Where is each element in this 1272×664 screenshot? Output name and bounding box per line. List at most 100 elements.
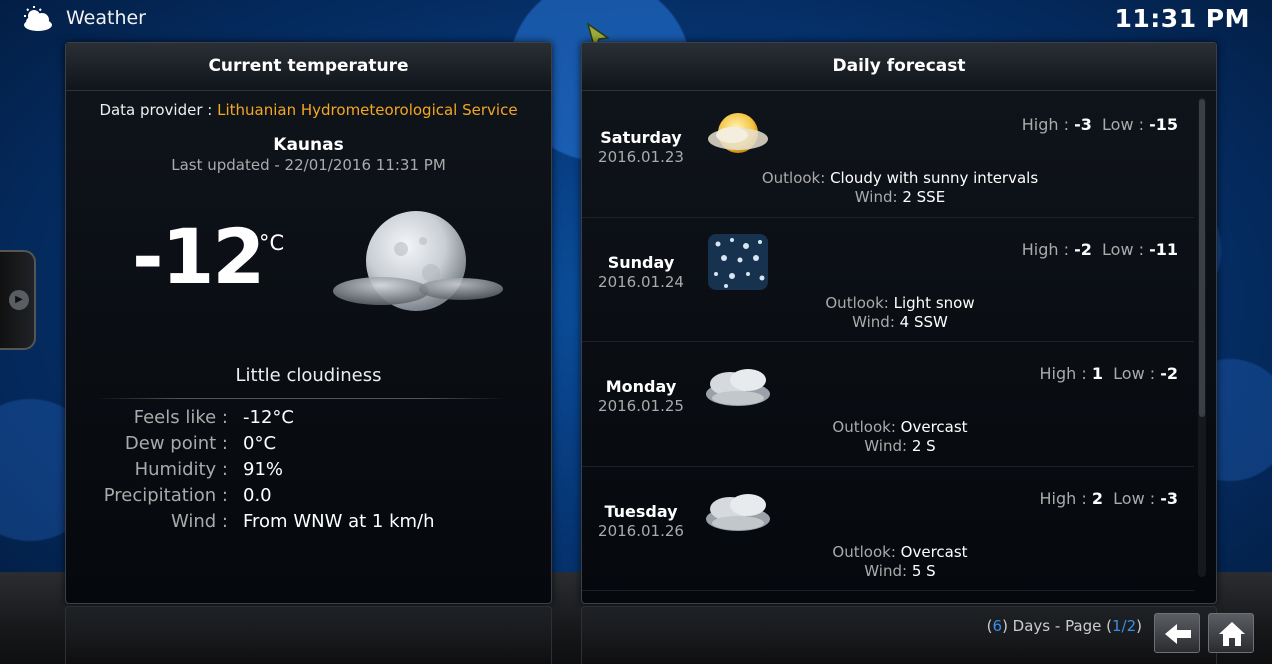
page-indicator: (6) Days - Page (1/2)	[987, 617, 1142, 635]
detail-label: Dew point :	[124, 433, 228, 454]
forecast-item[interactable]: Saturday 2016.01.23 High : -3 Low : -15 …	[582, 93, 1194, 218]
forecast-panel-title: Daily forecast	[582, 43, 1216, 91]
forecast-wind: Wind: 5 S	[582, 562, 1218, 580]
detail-value: 91%	[243, 459, 284, 480]
outlook-label: Outlook:	[761, 169, 826, 187]
outlook-value: Cloudy with sunny intervals	[830, 169, 1039, 187]
wind-value: 2 S	[911, 437, 936, 455]
home-button[interactable]	[1208, 613, 1254, 653]
high-label: High :	[1039, 364, 1087, 383]
wind-value: 2 SSE	[902, 188, 946, 206]
low-value: -2	[1160, 364, 1178, 383]
panel-reflection	[65, 606, 552, 664]
detail-value: 0°C	[243, 433, 277, 454]
wind-value: 4 SSW	[899, 312, 948, 331]
forecast-wind: Wind: 4 SSW	[582, 313, 1218, 331]
detail-value: From WNW at 1 km/h	[243, 511, 435, 532]
overcast-cloud-icon	[706, 369, 770, 406]
forecast-wind: Wind: 2 SSE	[582, 188, 1218, 206]
snow-icon	[708, 233, 768, 290]
high-value: -2	[1074, 239, 1092, 259]
temperature-unit: °C	[259, 231, 285, 255]
outlook-value: Overcast	[900, 418, 968, 436]
outlook-label: Outlook:	[825, 293, 889, 312]
low-value: -3	[1160, 488, 1178, 508]
forecast-item[interactable]: Monday 2016.01.25 High : 1 Low : -2 Outl…	[582, 342, 1194, 467]
clock: 11:31 PM	[1114, 4, 1250, 33]
detail-label: Precipitation :	[103, 485, 228, 506]
details-list: Feels like : -12°C Dew point : 0°C Humid…	[66, 407, 551, 537]
daily-forecast-panel: Daily forecast Saturday 2016.01.23 High	[581, 42, 1217, 604]
forecast-outlook: Outlook: Overcast	[582, 418, 1218, 436]
low-label: Low :	[1113, 488, 1156, 508]
detail-label: Wind :	[170, 511, 228, 532]
forecast-scrollbar[interactable]	[1198, 97, 1206, 577]
panel-reflection	[581, 606, 1217, 664]
forecast-outlook: Outlook: Cloudy with sunny intervals	[582, 169, 1218, 187]
forecast-list[interactable]: Saturday 2016.01.23 High : -3 Low : -15 …	[582, 93, 1194, 591]
back-arrow-icon	[1165, 624, 1191, 644]
wind-label: Wind:	[852, 312, 895, 331]
detail-row-precipitation: Precipitation : 0.0	[66, 485, 551, 511]
days-count: 6	[992, 617, 1003, 635]
current-temperature-panel: Current temperature Data provider : Lith…	[65, 42, 552, 604]
city-name: Kaunas	[273, 135, 344, 155]
side-menu-tab[interactable]: ▶	[0, 250, 36, 350]
current-condition: Little cloudiness	[235, 365, 382, 386]
provider-value: Lithuanian Hydrometeorological Service	[217, 101, 518, 119]
outlook-value: Overcast	[900, 542, 968, 561]
low-label: Low :	[1102, 115, 1144, 134]
forecast-item[interactable]: Tuesday 2016.01.26 High : 2 Low : -3 Out…	[582, 467, 1194, 591]
detail-row-wind: Wind : From WNW at 1 km/h	[66, 511, 551, 537]
high-label: High :	[1039, 488, 1087, 508]
wind-label: Wind:	[854, 188, 898, 206]
wind-label: Wind:	[864, 437, 908, 455]
sun-cloud-icon	[708, 113, 768, 153]
high-value: 2	[1091, 488, 1103, 508]
high-value: 1	[1091, 364, 1103, 383]
forecast-day: Sunday	[607, 252, 675, 272]
current-temperature: -12	[132, 212, 265, 301]
divider	[96, 398, 506, 399]
detail-row-feels-like: Feels like : -12°C	[66, 407, 551, 433]
forecast-day: Saturday	[600, 128, 682, 147]
pager-close: )	[1136, 617, 1142, 635]
back-button[interactable]	[1154, 613, 1200, 653]
wind-value: 5 S	[911, 561, 936, 580]
pager-middle: ) Days - Page (	[1002, 617, 1112, 635]
last-updated: Last updated - 22/01/2016 11:31 PM	[171, 156, 446, 174]
forecast-date: 2016.01.24	[598, 272, 684, 291]
forecast-wind: Wind: 2 S	[582, 437, 1218, 455]
data-provider: Data provider : Lithuanian Hydrometeorol…	[66, 101, 551, 119]
scrollbar-thumb[interactable]	[1199, 99, 1205, 417]
high-value: -3	[1074, 115, 1092, 134]
forecast-high-low: High : -2 Low : -11	[1022, 240, 1178, 259]
outlook-label: Outlook:	[832, 418, 896, 436]
side-menu-arrow-icon[interactable]: ▶	[9, 290, 29, 310]
detail-value: -12°C	[243, 407, 294, 428]
outlook-label: Outlook:	[832, 542, 896, 561]
forecast-date: 2016.01.23	[598, 148, 684, 166]
detail-label: Humidity :	[134, 459, 228, 480]
weather-app-icon	[24, 6, 52, 31]
detail-value: 0.0	[243, 485, 272, 506]
forecast-high-low: High : 1 Low : -2	[1039, 364, 1178, 383]
detail-row-dew-point: Dew point : 0°C	[66, 433, 551, 459]
low-label: Low :	[1102, 239, 1144, 259]
forecast-outlook: Outlook: Overcast	[582, 543, 1218, 561]
outlook-value: Light snow	[893, 293, 975, 312]
provider-label: Data provider :	[99, 101, 213, 119]
forecast-date: 2016.01.26	[598, 521, 684, 540]
detail-row-humidity: Humidity : 91%	[66, 459, 551, 485]
forecast-high-low: High : 2 Low : -3	[1039, 489, 1178, 508]
forecast-item[interactable]: Sunday 2016.01.24 High : -2 Low : -11 Ou…	[582, 218, 1194, 342]
page-number: 1/2	[1112, 617, 1137, 635]
overcast-cloud-icon	[706, 493, 770, 531]
forecast-high-low: High : -3 Low : -15	[1022, 115, 1178, 134]
high-label: High :	[1021, 115, 1069, 134]
forecast-day: Monday	[605, 377, 677, 396]
home-icon	[1219, 622, 1245, 646]
current-panel-title: Current temperature	[66, 43, 551, 91]
low-value: -15	[1149, 115, 1178, 134]
low-label: Low :	[1113, 364, 1156, 383]
